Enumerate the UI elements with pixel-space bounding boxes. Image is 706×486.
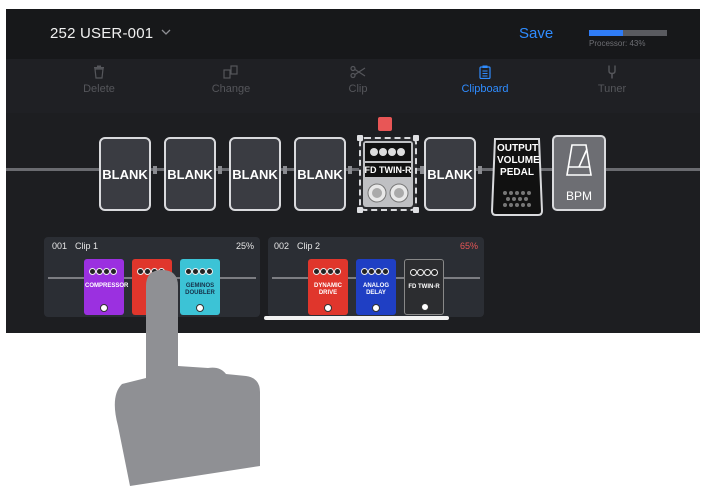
processor-bar [589,30,667,36]
slot-7-volume-pedal[interactable]: OUTPUT VOLUME PEDAL [489,137,545,217]
footswitch-icon [372,304,380,312]
scissors-icon [350,65,366,79]
chevron-down-icon[interactable] [161,27,171,37]
pedal-analog-delay[interactable]: ANALOG DELAY [356,259,396,315]
resize-handle[interactable] [413,135,419,141]
pedal-name: DYNAMIC DRIVE [314,283,342,296]
slot-1[interactable]: BLANK [99,137,151,211]
clipboard-icon [479,65,491,79]
swap-icon [223,65,238,79]
delete-tool-label: Delete [83,83,115,95]
knob-icon [410,269,417,276]
change-tool[interactable]: Change [186,65,276,95]
slot-3[interactable]: BLANK [229,137,281,211]
slot-label: BLANK [167,167,213,182]
bpm-label: BPM [565,189,592,203]
clip-tool[interactable]: Clip [313,65,403,95]
header-bar: 252 USER-001 Save Processor: 43% [6,9,700,59]
knob-icon [313,268,320,275]
resize-handle[interactable] [357,207,363,213]
slot-4[interactable]: BLANK [294,137,346,211]
resize-handle[interactable] [413,207,419,213]
slot-connector [348,166,352,174]
knob-icon [103,268,110,275]
knob-icon [368,268,375,275]
slot-2[interactable]: BLANK [164,137,216,211]
trash-icon [94,65,104,79]
slot-label: BLANK [297,167,343,182]
home-indicator[interactable] [264,316,449,320]
toolbar: Delete Change Clip Clipboard Tuner [6,59,700,113]
volume-pedal-label: OUTPUT VOLUME PEDAL [497,143,540,178]
hand-pointer-icon [114,270,260,486]
clip-number: 001 [52,241,68,251]
knob-icon [431,269,438,276]
clip-tool-label: Clip [348,83,368,95]
slot-label: BLANK [427,167,473,182]
slot-5-amp[interactable]: FD TWIN-R [357,135,419,213]
tuner-tool-label: Tuner [597,83,627,95]
slot-label: BLANK [102,167,148,182]
clip-number: 002 [274,241,290,251]
slot-connector [283,166,287,174]
clip-name: Clip 1 [75,241,99,251]
processor-label: Processor: 43% [589,39,646,48]
amp-label: FD TWIN-R [364,165,412,175]
footswitch-icon [100,304,108,312]
knob-icon [375,268,382,275]
tuner-tool[interactable]: Tuner [567,65,657,95]
clip-card-2[interactable]: 002 Clip 2 65% DYNAMIC DRIVE ANALOG DELA… [268,237,484,317]
clipboard-tool[interactable]: Clipboard [440,65,530,95]
knob-icon [361,268,368,275]
slot-6[interactable]: BLANK [424,137,476,211]
preset-name[interactable]: 252 USER-001 [50,25,153,42]
knob-icon [327,268,334,275]
bpm-button[interactable]: BPM [552,135,606,211]
processor-bar-fill [589,30,623,36]
footswitch-icon [421,303,429,311]
knob-icon [320,268,327,275]
clip-percent: 65% [459,241,478,251]
knob-icon [89,268,96,275]
pedal-name: ANALOG DELAY [363,283,389,296]
knob-icon [334,268,341,275]
slot-connector [153,166,157,174]
slot-connector [478,166,482,174]
knob-icon [424,269,431,276]
resize-handle[interactable] [357,135,363,141]
tuning-fork-icon [608,65,616,79]
clip-percent: 25% [235,241,254,251]
change-tool-label: Change [211,83,251,95]
metronome-icon [566,144,592,176]
knob-icon [382,268,389,275]
slot-connector [218,166,222,174]
insert-marker[interactable] [378,117,392,131]
clipboard-tool-label: Clipboard [461,83,509,95]
save-button[interactable]: Save [519,25,553,42]
delete-tool[interactable]: Delete [54,65,144,95]
signal-chain: BLANK BLANK BLANK BLANK FD TWIN-R BLANK … [6,113,700,227]
knob-icon [417,269,424,276]
slot-label: BLANK [232,167,278,182]
knob-icon [96,268,103,275]
clip-name: Clip 2 [297,241,321,251]
pedal-fd-twin-r[interactable]: FD TWIN-R [404,259,444,315]
pedal-name: FD TWIN-R [408,284,440,290]
pedal-dynamic-drive[interactable]: DYNAMIC DRIVE [308,259,348,315]
footswitch-icon [324,304,332,312]
